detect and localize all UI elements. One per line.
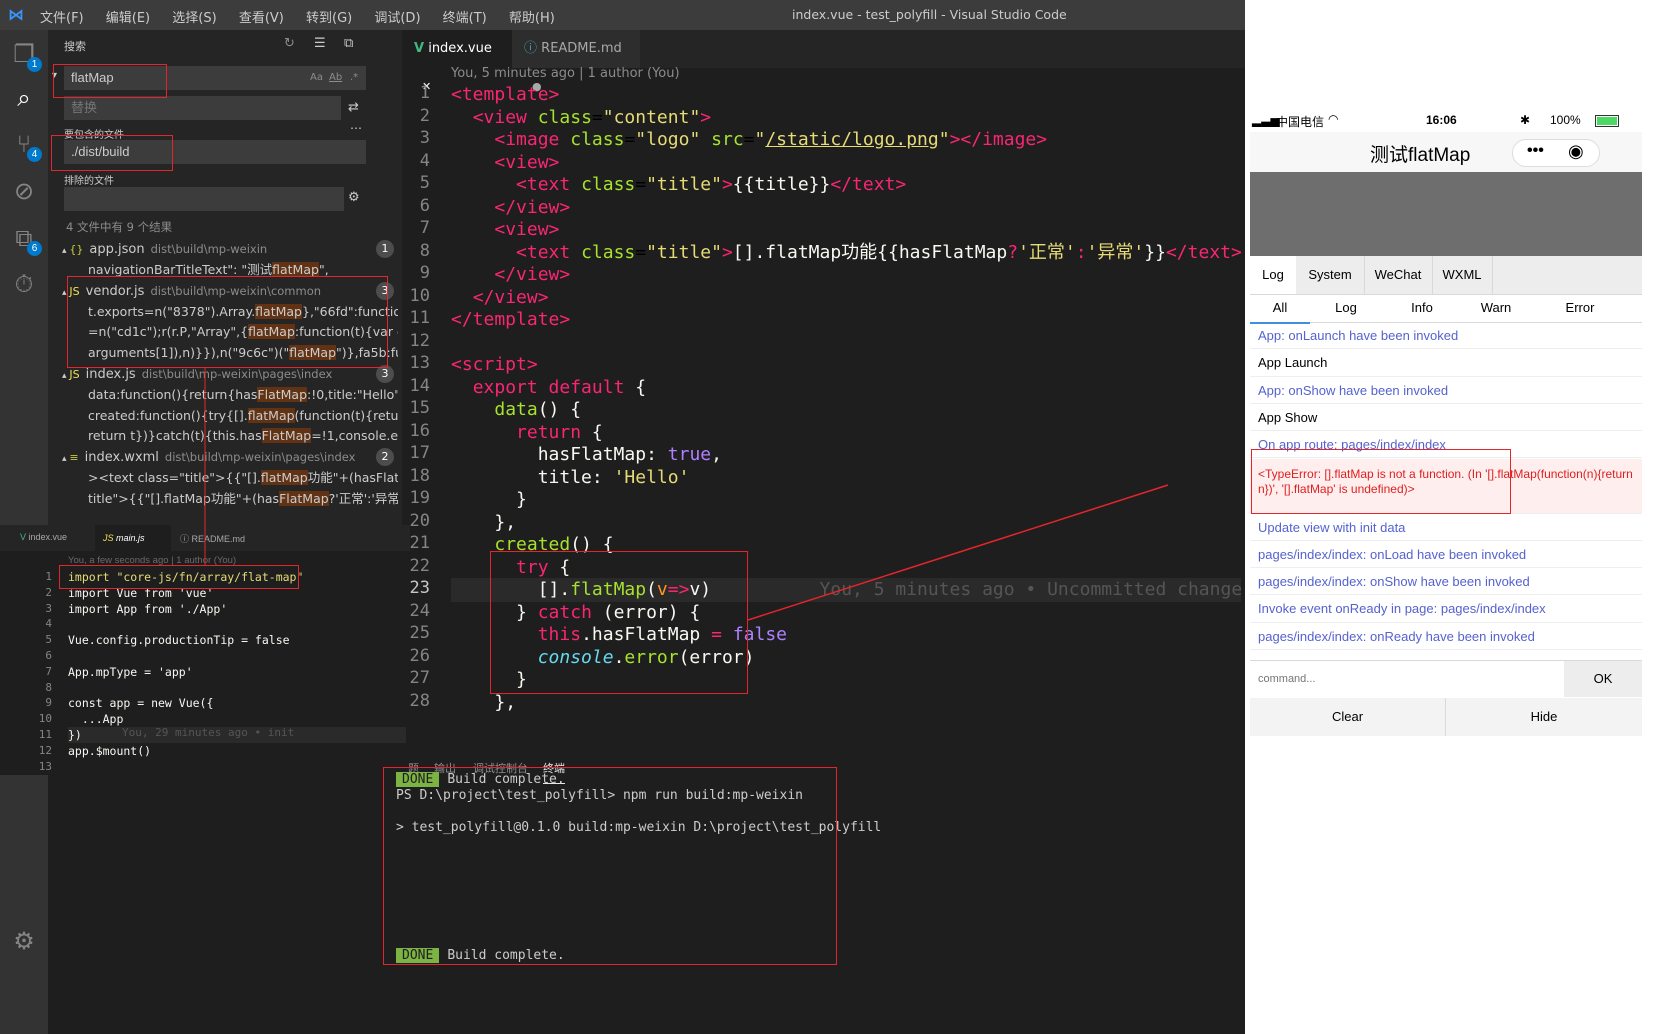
annotation-connectors — [204, 368, 1169, 621]
connector-line — [747, 484, 1169, 621]
